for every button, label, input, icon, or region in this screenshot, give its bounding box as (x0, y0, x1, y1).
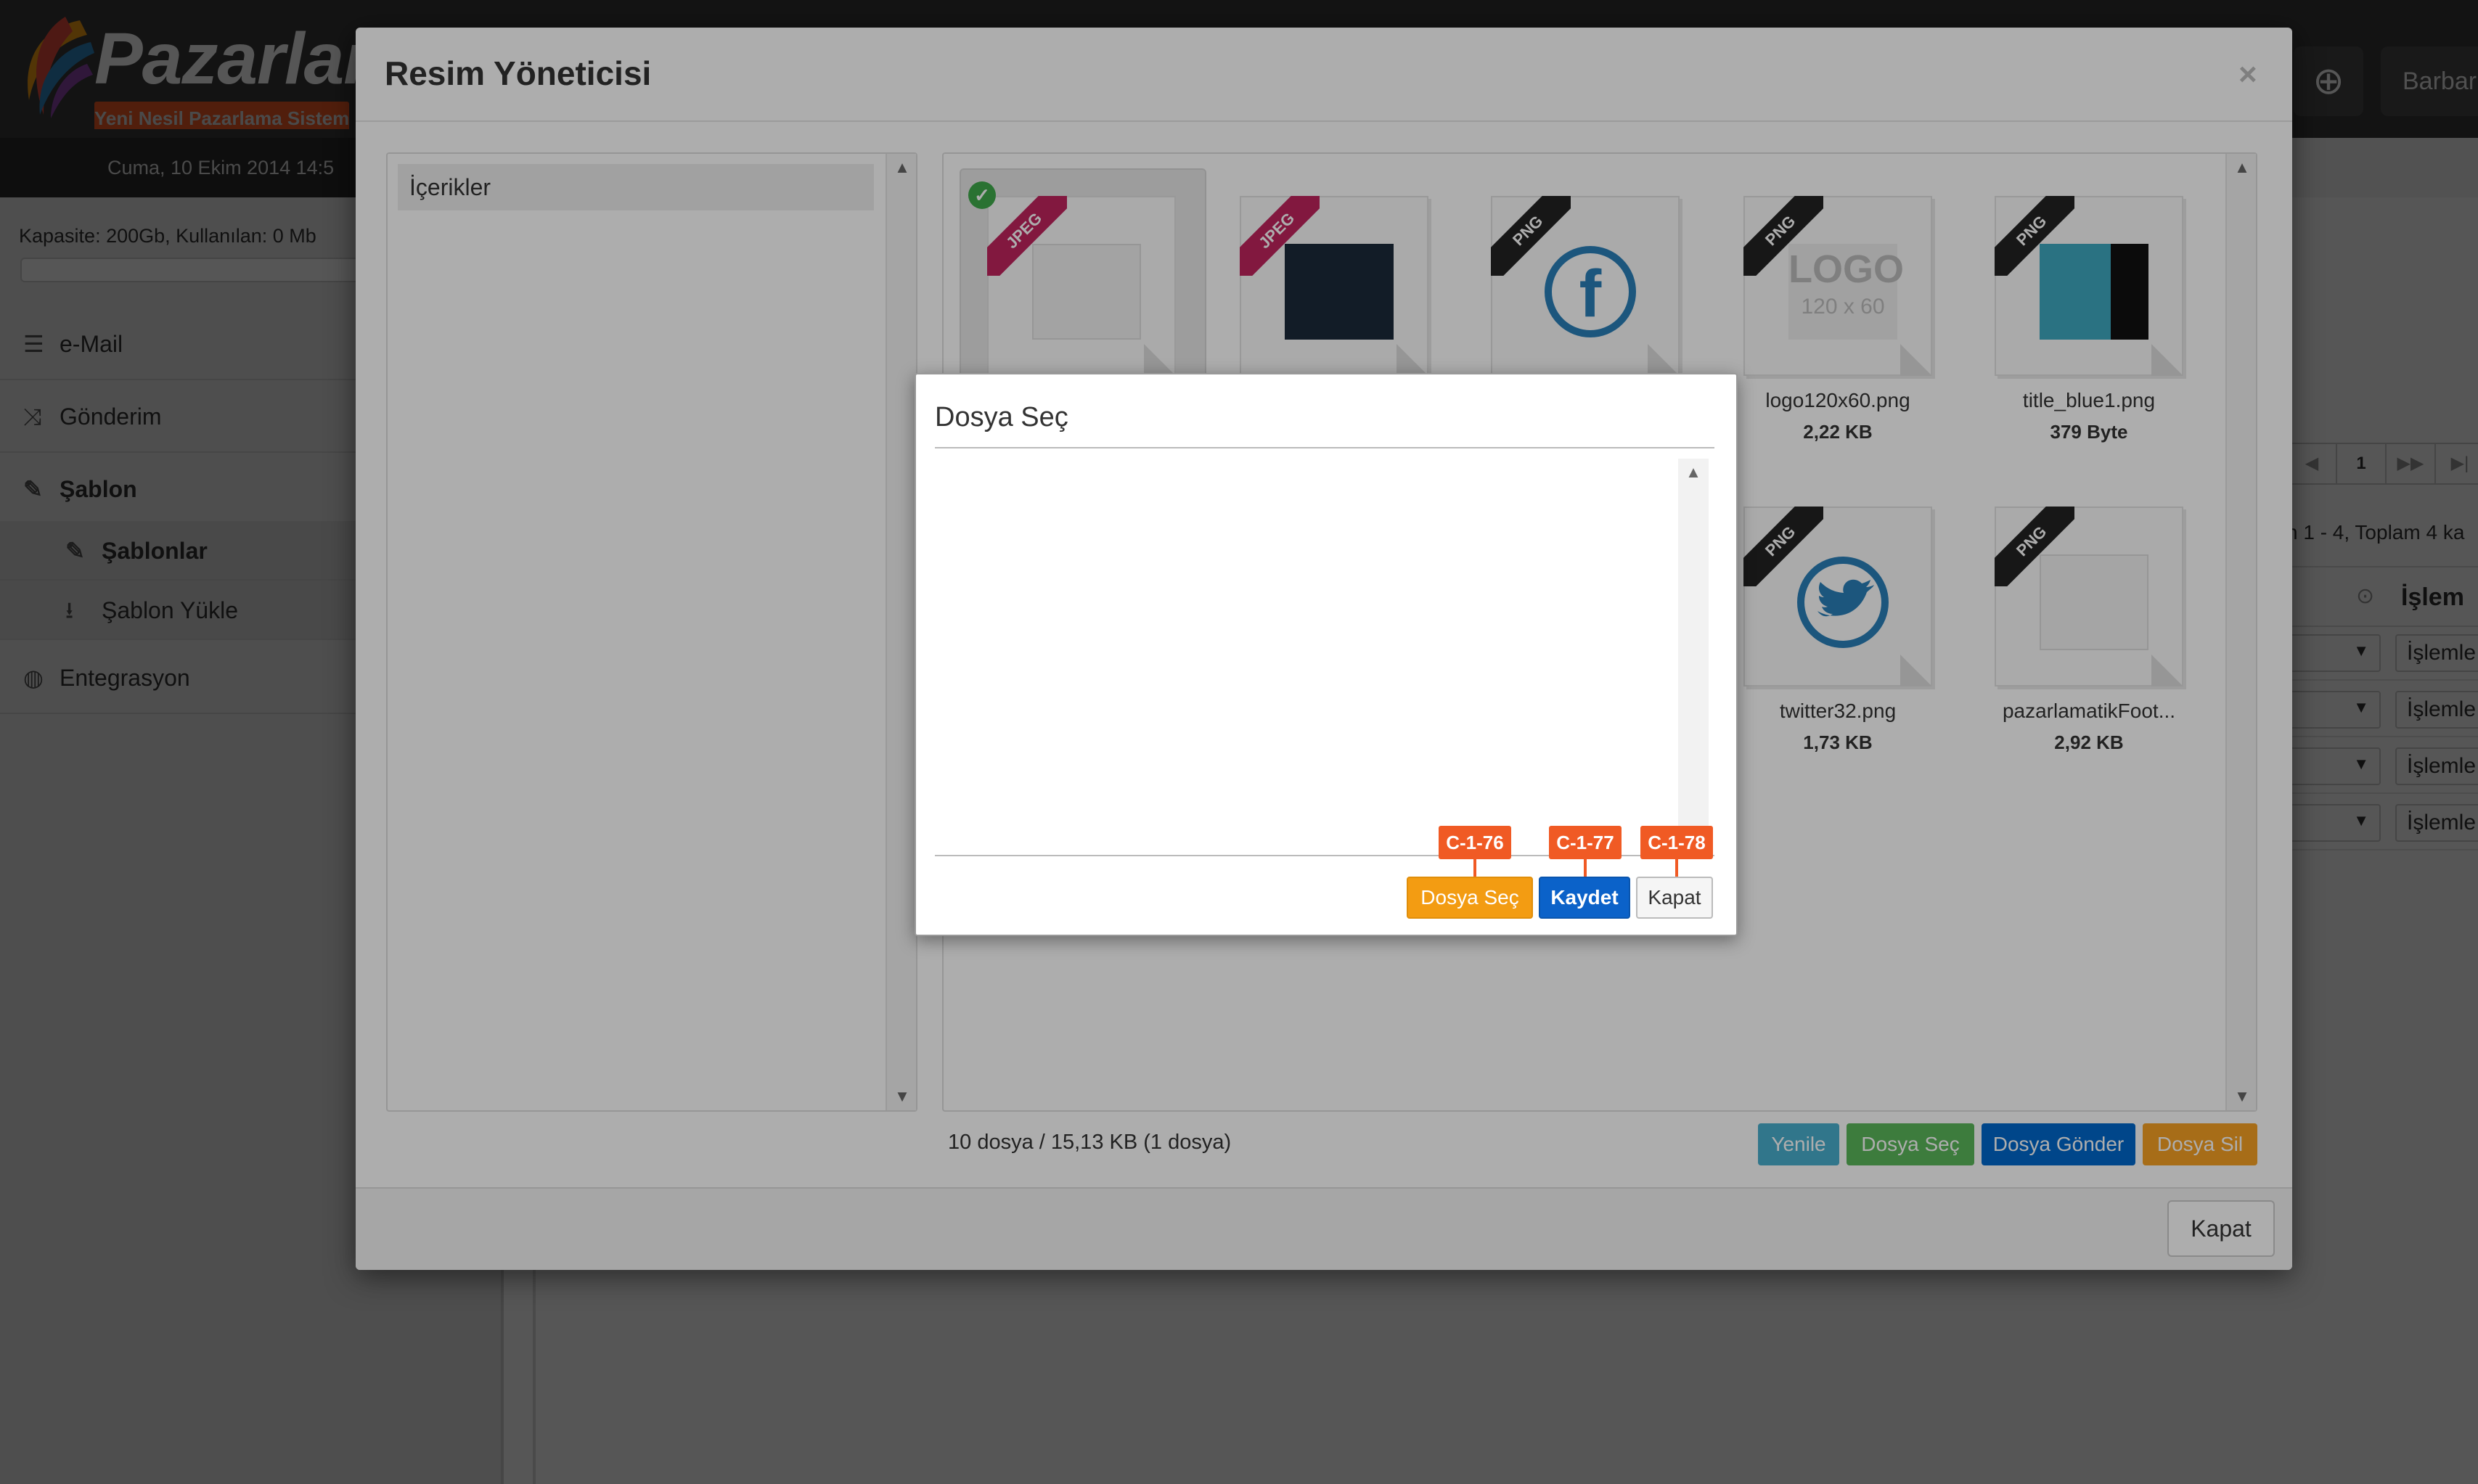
dialog-title: Dosya Seç (935, 402, 1068, 433)
scroll-up-icon[interactable]: ▲ (1678, 463, 1709, 482)
annotation-tag-label: C-1-76 (1446, 832, 1504, 853)
annotation-tag: C-1-78 (1640, 826, 1713, 877)
dialog-choose-file-button[interactable]: Dosya Seç (1407, 877, 1533, 919)
annotation-tag-label: C-1-77 (1556, 832, 1614, 853)
annotation-tag: C-1-77 (1549, 826, 1622, 877)
dialog-scrollbar[interactable]: ▲ (1678, 459, 1709, 855)
file-queue-list (935, 457, 1714, 855)
annotation-tag-label: C-1-78 (1648, 832, 1706, 853)
divider (935, 447, 1714, 448)
dialog-close-button[interactable]: Kapat (1636, 877, 1713, 919)
dialog-save-button[interactable]: Kaydet (1539, 877, 1630, 919)
annotation-tag: C-1-76 (1439, 826, 1511, 877)
